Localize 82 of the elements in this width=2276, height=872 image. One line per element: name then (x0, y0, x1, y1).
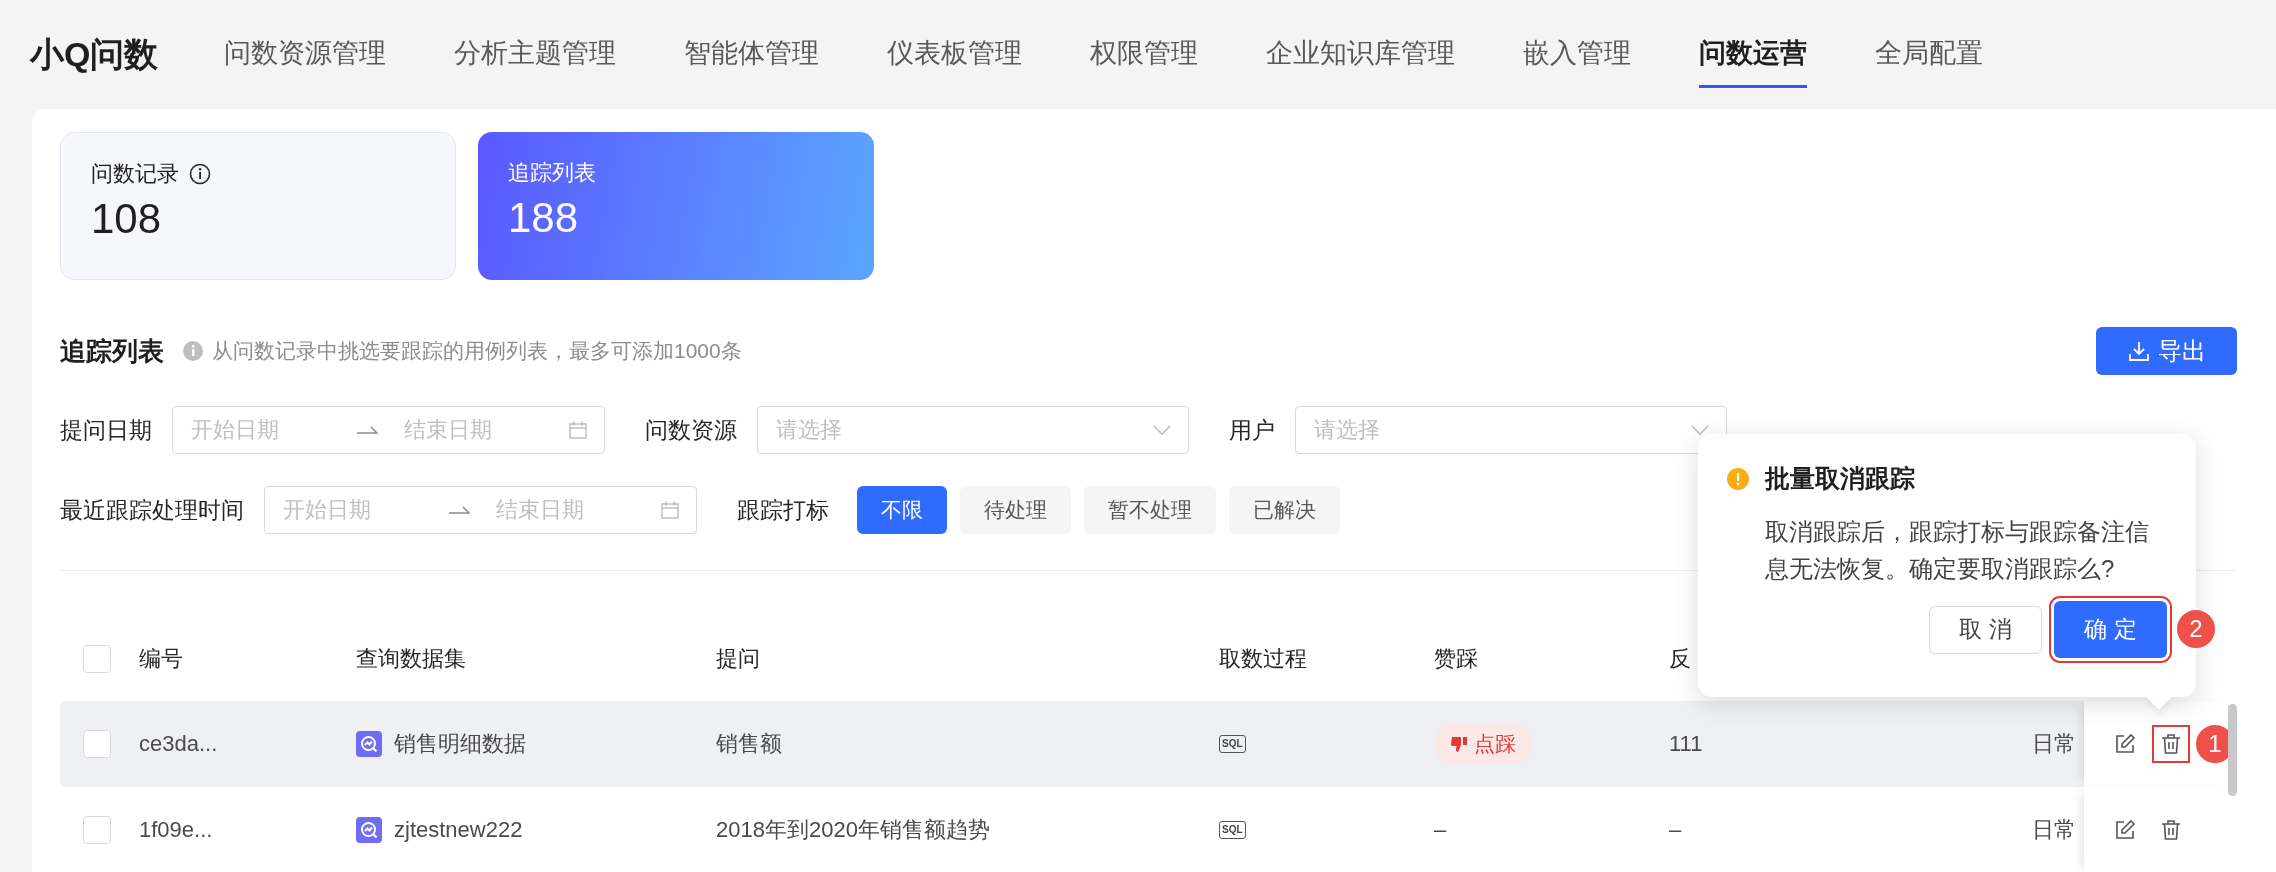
step-badge: 2 (2175, 608, 2217, 650)
calendar-icon (660, 500, 680, 520)
calendar-icon (568, 420, 588, 440)
stat-card[interactable]: 问数记录 108 (60, 132, 456, 280)
card-value: 108 (91, 195, 163, 243)
column-header: 赞踩 (1434, 644, 1478, 673)
thumb-down-icon (1450, 735, 1468, 753)
dataset-icon (356, 817, 382, 843)
nav-tab[interactable]: 问数运营 (1699, 21, 1808, 88)
end-date-input[interactable]: 结束日期 (493, 496, 650, 524)
column-header: 取数过程 (1219, 644, 1307, 673)
info-icon[interactable] (189, 163, 211, 185)
start-date-input[interactable]: 开始日期 (281, 496, 438, 524)
table-cell: zjtestnew222 (394, 817, 523, 843)
table-cell: ce3da... (139, 731, 218, 757)
dislike-tag: 点踩 (1434, 724, 1532, 764)
nav-tab[interactable]: 企业知识库管理 (1266, 21, 1456, 88)
checkbox[interactable] (83, 644, 111, 673)
date-range-field[interactable]: 开始日期 结束日期 (264, 486, 697, 534)
chevron-down-icon (1152, 424, 1172, 436)
select-field[interactable]: 请选择 (1295, 406, 1727, 454)
column-header: 编号 (139, 644, 183, 673)
filter-label: 问数资源 (645, 415, 737, 445)
chevron-down-icon (1690, 424, 1710, 436)
filter-chip[interactable]: 已解决 (1229, 486, 1340, 534)
filter-chip[interactable]: 不限 (857, 486, 947, 534)
edit-icon (2114, 819, 2136, 841)
stat-card[interactable]: 追踪列表 188 (478, 132, 874, 280)
select-input[interactable]: 请选择 (774, 416, 1142, 444)
card-label: 追踪列表 (508, 159, 596, 187)
nav-tab[interactable]: 问数资源管理 (224, 21, 387, 88)
end-date-input[interactable]: 结束日期 (401, 416, 558, 444)
popover-message: 取消跟踪后，跟踪打标与跟踪备注信息无法恢复。确定要取消跟踪么? (1765, 517, 2150, 584)
table-cell: – (1434, 817, 1447, 843)
download-icon (2127, 340, 2150, 362)
section-hint: 从问数记录中挑选要跟踪的用例列表，最多可添加1000条 (212, 338, 742, 364)
table-cell-text: 日常 (2032, 730, 2076, 758)
select-input[interactable]: 请选择 (1312, 416, 1680, 444)
info-icon (182, 340, 204, 362)
table-cell: 1f09e... (139, 817, 213, 843)
trash-icon (2160, 819, 2182, 841)
filter-chip[interactable]: 待处理 (960, 486, 1071, 534)
sql-icon: SQL (1219, 735, 1246, 753)
nav-tab[interactable]: 嵌入管理 (1523, 21, 1632, 88)
app-logo: 小Q问数 (30, 33, 159, 75)
card-label: 问数记录 (91, 160, 179, 188)
checkbox[interactable] (83, 816, 111, 844)
checkbox[interactable] (83, 730, 111, 758)
scrollbar[interactable] (2228, 704, 2237, 796)
filter-label: 提问日期 (60, 415, 152, 445)
table-cell: – (1669, 817, 1682, 843)
nav-tab[interactable]: 分析主题管理 (454, 21, 617, 88)
dataset-icon (356, 731, 382, 757)
table-cell-text: 销售明细数据 (394, 730, 526, 758)
filter-label: 跟踪打标 (737, 495, 829, 525)
table-row[interactable]: ce3da... 销售明细数据 销售额 SQL 点踩 111 日常 1 (60, 701, 2237, 787)
date-range-field[interactable]: 开始日期 结束日期 (172, 406, 605, 454)
table-cell-text: 2018年到2020年销售额趋势 (716, 816, 990, 844)
select-field[interactable]: 请选择 (757, 406, 1189, 454)
cancel-button[interactable]: 取 消 (1929, 605, 2042, 654)
column-header: 查询数据集 (356, 644, 466, 673)
warning-icon (1727, 467, 1749, 490)
card-value: 188 (508, 194, 580, 242)
trash-icon (2160, 733, 2182, 755)
table-cell-text: 日常 (2032, 816, 2076, 844)
export-button[interactable]: 导出 (2096, 327, 2237, 375)
sql-icon: SQL (1219, 821, 1246, 839)
column-header: 反 (1669, 644, 1691, 673)
filter-chip[interactable]: 暂不处理 (1084, 486, 1216, 534)
nav-tab[interactable]: 仪表板管理 (887, 21, 1023, 88)
start-date-input[interactable]: 开始日期 (189, 416, 346, 444)
nav-tab[interactable]: 权限管理 (1090, 21, 1199, 88)
nav-tab[interactable]: 全局配置 (1875, 21, 1984, 88)
column-header: 提问 (716, 644, 760, 673)
filter-label: 最近跟踪处理时间 (60, 495, 244, 525)
table-cell-text: 销售额 (716, 730, 782, 758)
popover-title: 批量取消跟踪 (1765, 463, 1915, 494)
edit-icon (2114, 733, 2136, 755)
filter-label: 用户 (1229, 415, 1275, 445)
section-title: 追踪列表 (60, 334, 164, 368)
nav-tab[interactable]: 智能体管理 (684, 21, 820, 88)
table-cell: 111 (1669, 731, 1703, 757)
